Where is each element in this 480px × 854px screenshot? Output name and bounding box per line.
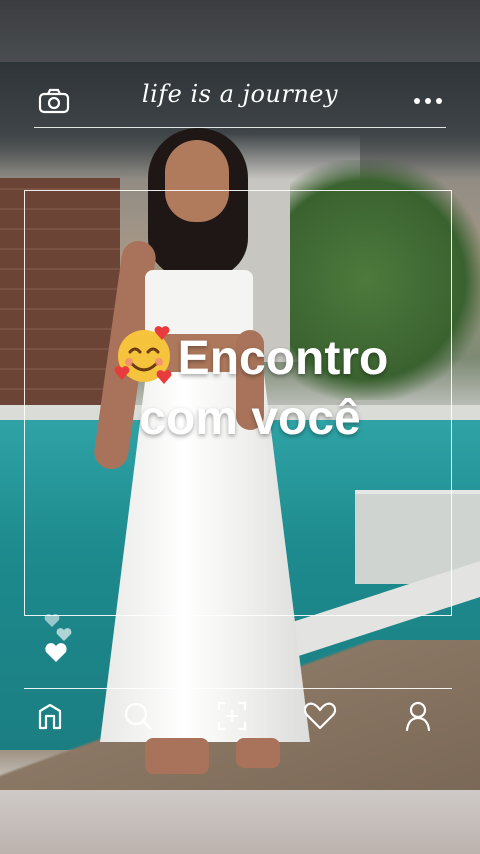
- story-caption: Encontro com você: [20, 322, 480, 449]
- caption-text-line-1: Encontro: [177, 332, 389, 385]
- bottom-nav: [0, 696, 480, 736]
- story-overlay: life is a journey Encontro com você: [0, 0, 480, 854]
- brand-title: life is a journey: [141, 80, 339, 108]
- add-post-icon[interactable]: [212, 696, 252, 736]
- header-divider: [34, 127, 446, 128]
- nav-divider: [24, 688, 452, 689]
- profile-icon[interactable]: [398, 696, 438, 736]
- camera-icon[interactable]: [36, 86, 72, 116]
- home-icon[interactable]: [30, 696, 70, 736]
- heart-icon[interactable]: [300, 696, 340, 736]
- caption-line-1: Encontro: [20, 322, 480, 389]
- more-dots-icon[interactable]: [408, 88, 448, 114]
- smiling-face-with-hearts-icon: [112, 322, 176, 386]
- caption-text-line-2: com você: [139, 392, 361, 445]
- floating-hearts-icon[interactable]: [38, 610, 82, 670]
- search-icon[interactable]: [118, 696, 158, 736]
